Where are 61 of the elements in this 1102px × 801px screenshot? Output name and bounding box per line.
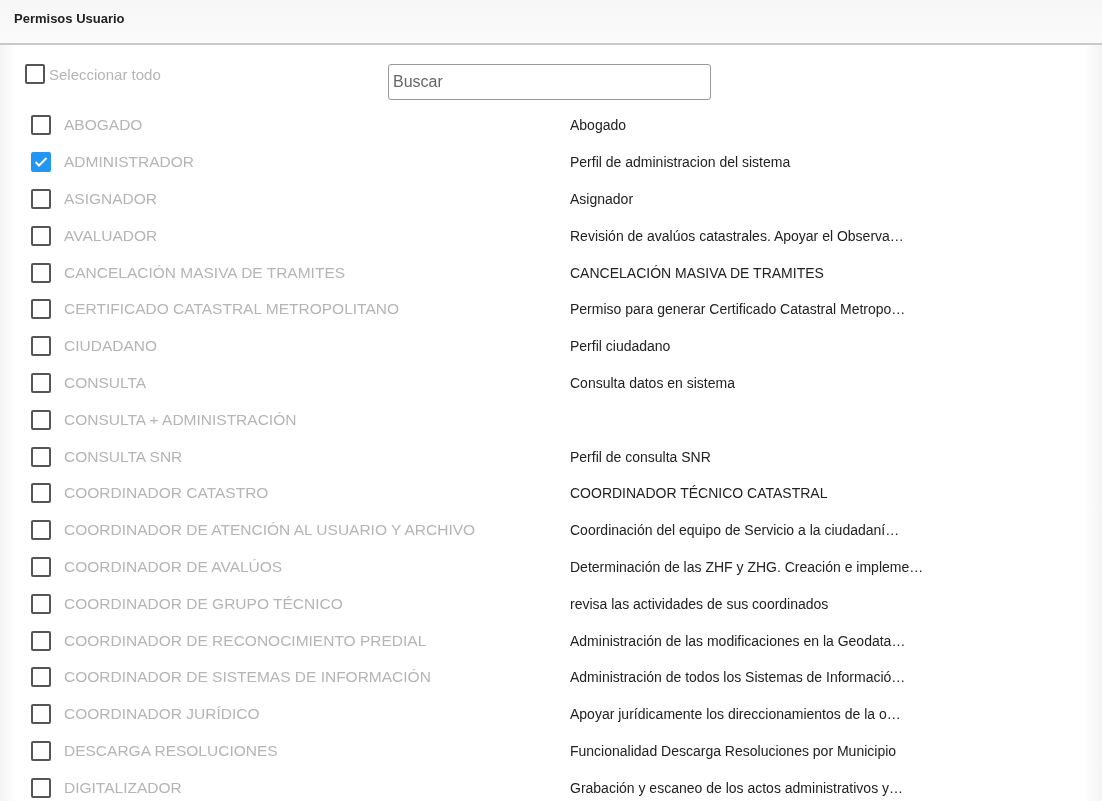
checkbox[interactable]: [31, 520, 51, 541]
permission-name: ADMINISTRADOR: [64, 153, 196, 172]
permission-description: Perfil de consulta SNR: [570, 448, 711, 465]
permission-name: CONSULTA: [64, 373, 148, 392]
checkbox[interactable]: [31, 299, 51, 320]
permission-name: CONSULTA + ADMINISTRACIÓN: [64, 410, 298, 429]
permission-description: Coordinación del equipo de Servicio a la ciudadaní…: [570, 522, 900, 539]
permission-name: COORDINADOR DE GRUPO TÉCNICO: [64, 594, 344, 613]
checkbox[interactable]: [31, 336, 51, 357]
permission-name: CONSULTA SNR: [64, 447, 184, 466]
permission-name: AVALUADOR: [64, 226, 159, 245]
permission-name: ASIGNADOR: [64, 190, 158, 208]
permission-description: Permiso para generar Certificado Catastral Metropo…: [570, 301, 906, 318]
checkbox[interactable]: [31, 189, 51, 209]
checkbox[interactable]: [31, 372, 51, 393]
permission-name: COORDINADOR DE AVALÚOS: [64, 557, 284, 576]
checkbox[interactable]: [31, 262, 51, 283]
checkbox[interactable]: [31, 115, 51, 136]
permission-description: Determinación de las ZHF y ZHG. Creación e impleme…: [570, 558, 924, 575]
permission-name: COORDINADOR JURÍDICO: [64, 705, 261, 724]
permission-description: Perfil de administracion del sistema: [570, 154, 791, 171]
checkbox[interactable]: [31, 593, 51, 614]
checkbox[interactable]: [31, 740, 51, 761]
permission-description: COORDINADOR TÉCNICO CATASTRAL: [570, 485, 828, 502]
permission-description: Grabación y escaneo de los actos administrativos y…: [570, 779, 904, 796]
permission-description: Consulta datos en sistema: [570, 374, 735, 391]
permission-description: Funcionalidad Descarga Resoluciones por Municipio: [570, 742, 897, 759]
permission-name: ABOGADO: [64, 116, 144, 135]
select-all-label: Seleccionar todo: [49, 65, 161, 83]
permission-name: CERTIFICADO CATASTRAL METROPOLITANO: [64, 300, 400, 319]
permission-description: Abogado: [570, 117, 627, 134]
permission-description: Revisión de avalúos catastrales. Apoyar el Observa…: [570, 227, 904, 244]
permission-name: COORDINADOR CATASTRO: [64, 484, 270, 503]
permission-description: revisa las actividades de sus coordinados: [570, 595, 829, 612]
checkbox[interactable]: [31, 556, 51, 577]
permission-description: CANCELACIÓN MASIVA DE TRAMITES: [570, 264, 824, 281]
checkmark-icon: [34, 156, 48, 169]
checkbox[interactable]: [31, 483, 51, 504]
checkbox[interactable]: [31, 152, 51, 173]
checkbox[interactable]: [31, 630, 51, 651]
permission-name: DIGITALIZADOR: [64, 778, 183, 797]
permission-name: CANCELACIÓN MASIVA DE TRAMITES: [64, 263, 347, 282]
permission-name: COORDINADOR DE RECONOCIMIENTO PREDIAL: [64, 631, 428, 650]
permission-description: Asignador: [570, 191, 634, 207]
permission-name: CIUDADANO: [64, 337, 158, 356]
checkbox[interactable]: [25, 64, 45, 84]
permission-name: COORDINADOR DE ATENCIÓN AL USUARIO Y ARCHIVO: [64, 521, 477, 540]
checkbox[interactable]: [31, 409, 51, 430]
permission-name: DESCARGA RESOLUCIONES: [64, 741, 279, 760]
permission-description: Apoyar jurídicamente los direccionamientos de la o…: [570, 706, 901, 723]
panel-title: Permisos Usuario: [14, 11, 125, 26]
search-field[interactable]: Buscar: [388, 64, 711, 100]
permission-description: Administración de las modificaciones en la Geodata…: [570, 632, 906, 649]
checkbox[interactable]: [31, 704, 51, 725]
permission-description: Administración de todos los Sistemas de Informació…: [570, 669, 906, 686]
checkbox[interactable]: [31, 446, 51, 467]
checkbox[interactable]: [31, 225, 51, 246]
checkbox[interactable]: [31, 667, 51, 688]
checkbox[interactable]: [31, 777, 51, 798]
permission-name: COORDINADOR DE SISTEMAS DE INFORMACIÓN: [64, 668, 432, 687]
permission-description: Perfil ciudadano: [570, 338, 671, 355]
